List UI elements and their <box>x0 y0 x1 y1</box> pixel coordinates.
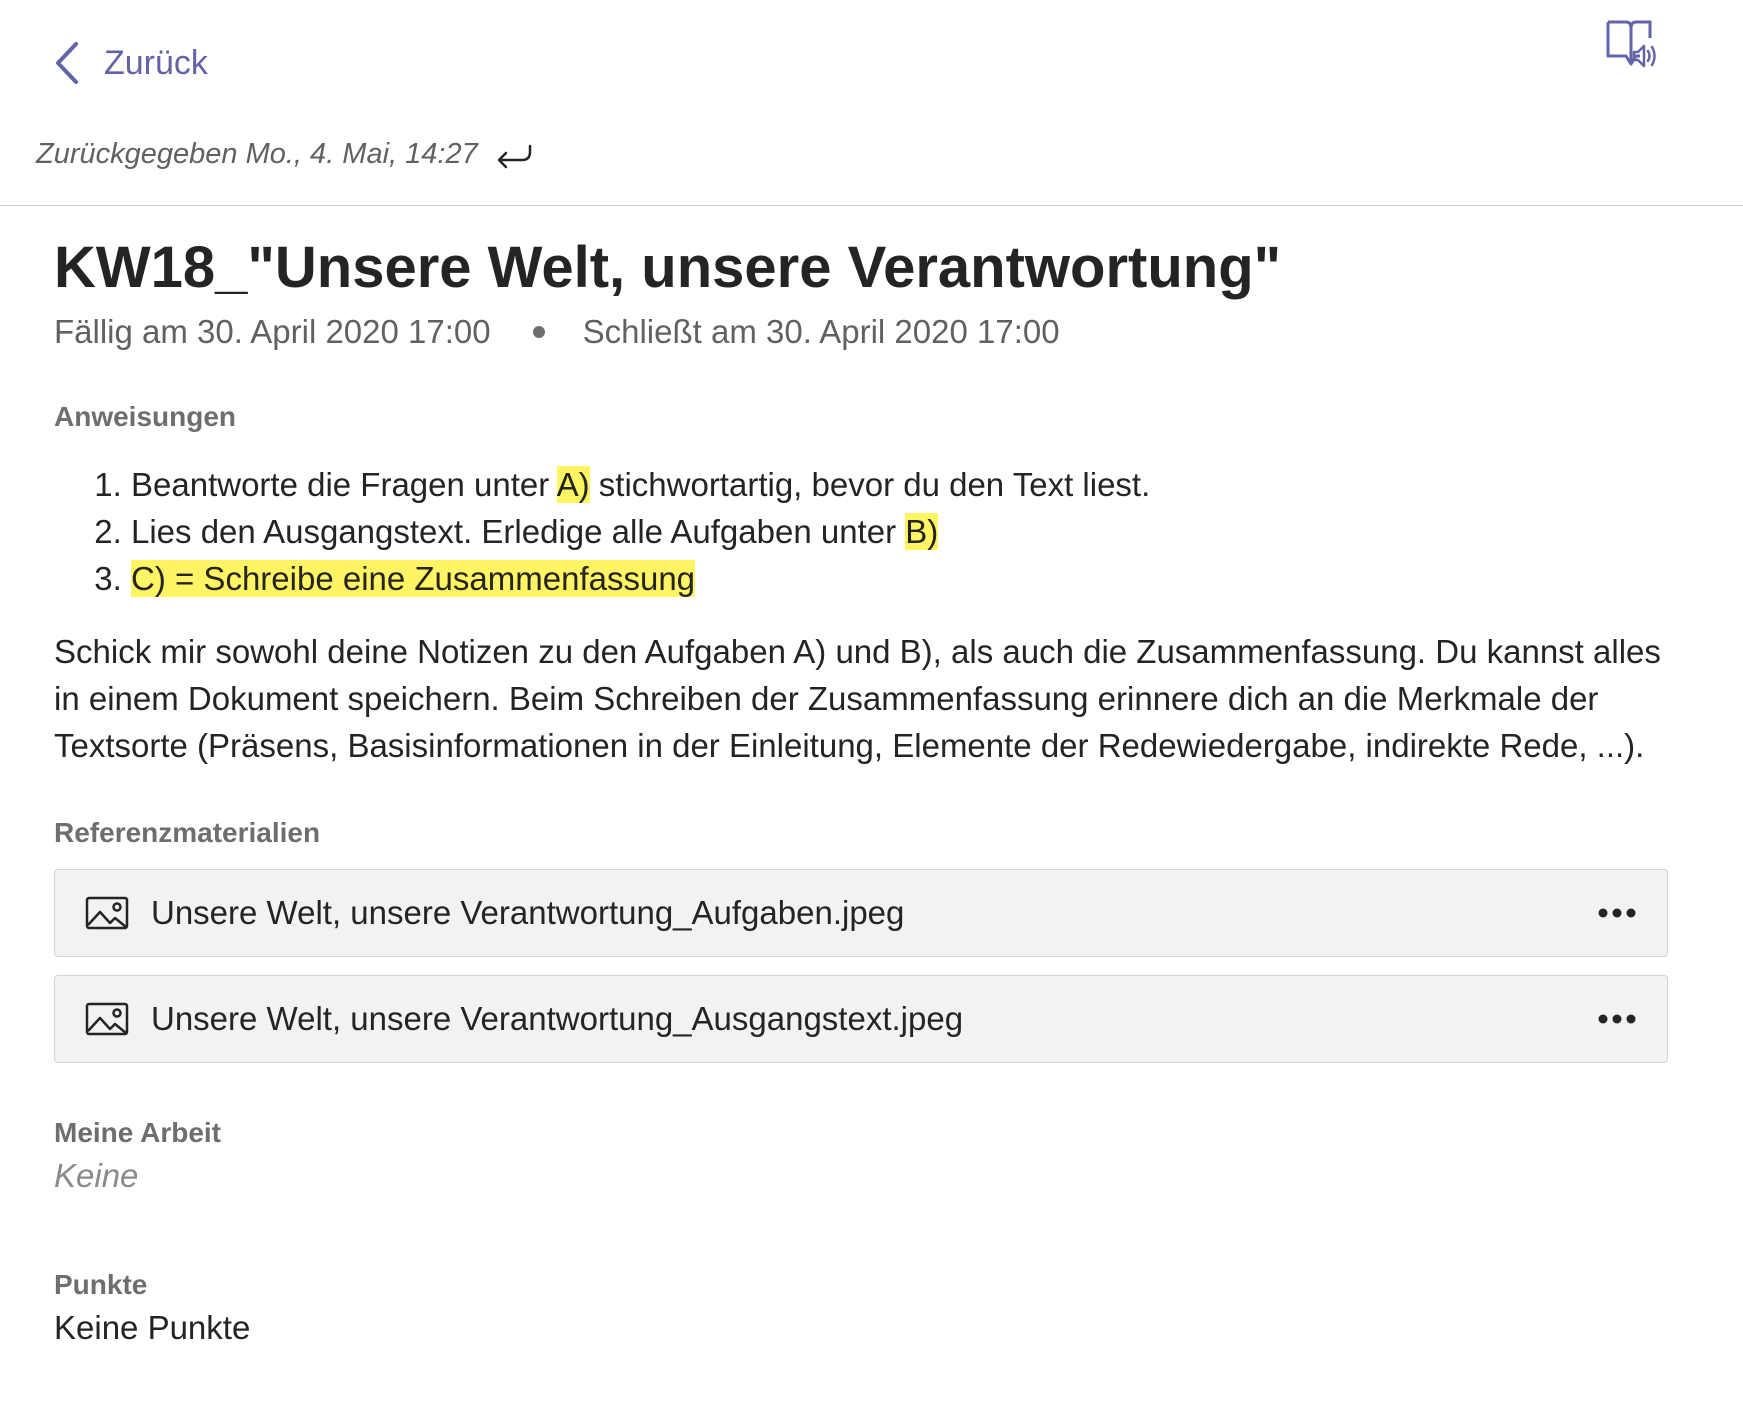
more-options-icon[interactable] <box>1597 1013 1637 1025</box>
instruction-step: Lies den Ausgangstext. Erledige alle Auf… <box>131 508 1704 555</box>
assignment-title: KW18_"Unsere Welt, unsere Verantwortung" <box>54 235 1282 300</box>
close-date: Schließt am 30. April 2020 17:00 <box>582 313 1060 350</box>
my-work-value: Keine <box>54 1157 139 1194</box>
file-name: Unsere Welt, unsere Verantwortung_Aufgab… <box>151 894 905 931</box>
assignment-content: KW18_"Unsere Welt, unsere Verantwortung"… <box>54 205 1704 1347</box>
returned-status: Zurückgegeben Mo., 4. Mai, 14:27 <box>36 138 534 171</box>
chevron-left-icon <box>56 42 78 84</box>
back-label: Zurück <box>104 43 208 82</box>
instructions-paragraph: Schick mir sowohl deine Notizen zu den A… <box>54 633 1661 764</box>
step-text: Lies den Ausgangstext. Erledige alle Auf… <box>131 513 906 550</box>
reference-file[interactable]: Unsere Welt, unsere Verantwortung_Aufgab… <box>54 869 1668 957</box>
immersive-reader-icon[interactable] <box>1604 16 1658 72</box>
instructions-label: Anweisungen <box>54 401 237 432</box>
image-icon <box>85 1002 129 1036</box>
header-bar: Zurück Zurückgegeben Mo., 4. Mai, 14:27 <box>0 0 1743 206</box>
returned-text: Zurückgegeben Mo., 4. Mai, 14:27 <box>36 138 478 170</box>
highlighted-text: A) <box>556 466 590 503</box>
due-date: Fällig am 30. April 2020 17:00 <box>54 313 491 350</box>
reference-file[interactable]: Unsere Welt, unsere Verantwortung_Ausgan… <box>54 975 1668 1063</box>
points-value: Keine Punkte <box>54 1309 251 1346</box>
my-work-label: Meine Arbeit <box>54 1117 221 1148</box>
back-button[interactable]: Zurück <box>50 40 208 86</box>
return-arrow-icon <box>497 144 531 168</box>
due-line: Fällig am 30. April 2020 17:00 Schließt … <box>54 313 1704 351</box>
more-options-icon[interactable] <box>1597 907 1637 919</box>
file-name: Unsere Welt, unsere Verantwortung_Ausgan… <box>151 1000 964 1037</box>
step-text: Beantworte die Fragen unter <box>131 466 557 503</box>
references-label: Referenzmaterialien <box>54 817 321 848</box>
highlighted-text: C) = Schreibe eine Zusammenfassung <box>131 560 696 597</box>
instruction-steps: Beantworte die Fragen unter A) stichwort… <box>54 461 1704 602</box>
separator-dot <box>532 326 545 338</box>
step-text: stichwortartig, bevor du den Text liest. <box>589 466 1151 503</box>
points-label: Punkte <box>54 1269 148 1300</box>
highlighted-text: B) <box>905 513 939 550</box>
instruction-step: Beantworte die Fragen unter A) stichwort… <box>131 461 1704 508</box>
instruction-step: C) = Schreibe eine Zusammenfassung <box>131 555 1704 602</box>
image-icon <box>85 896 129 930</box>
